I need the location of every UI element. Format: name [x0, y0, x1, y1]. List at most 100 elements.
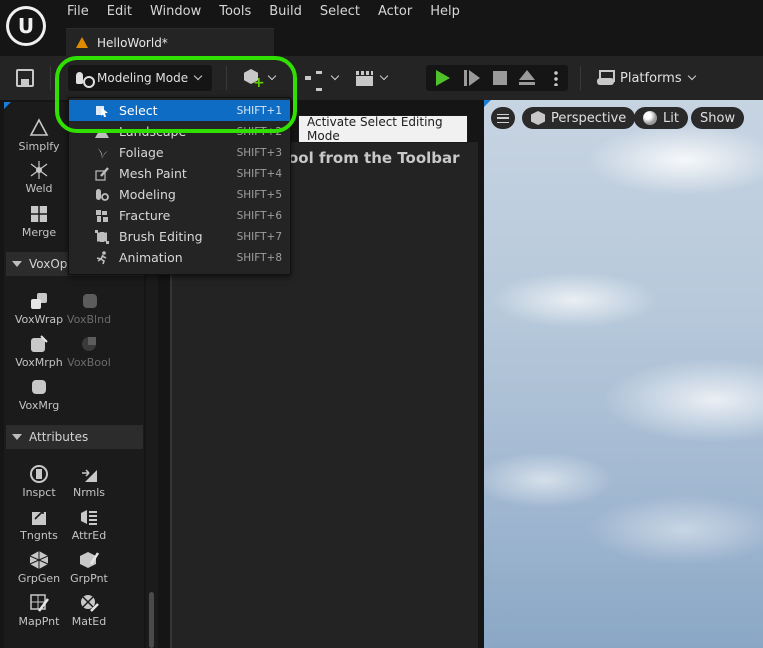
- fracture-icon: [95, 209, 109, 223]
- menu-select[interactable]: Select: [311, 3, 369, 20]
- eject-icon[interactable]: [519, 70, 535, 86]
- tool-voxblend: VoxBlnd: [64, 291, 114, 326]
- tool-label: GrpPnt: [70, 572, 108, 585]
- tool-normals[interactable]: Nrmls: [64, 464, 114, 499]
- viewport-corner-indicator: [484, 100, 491, 107]
- mode-item-brush-editing[interactable]: Brush Editing SHIFT+7: [69, 226, 290, 247]
- main-menu: File Edit Window Tools Build Select Acto…: [58, 3, 469, 20]
- tool-weld[interactable]: Weld: [14, 160, 64, 195]
- level-viewport[interactable]: [484, 100, 763, 648]
- show-label: Show: [700, 110, 736, 126]
- mode-item-shortcut: SHIFT+5: [236, 188, 282, 201]
- section-attributes[interactable]: Attributes: [6, 425, 143, 449]
- select-tool-hint: ool from the Toolbar: [288, 149, 460, 167]
- tools-scrollbar-thumb[interactable]: [149, 592, 154, 648]
- cinematics-button[interactable]: [356, 65, 389, 91]
- mode-item-label: Animation: [119, 250, 183, 265]
- merge-icon: [29, 204, 49, 224]
- tool-map-paint[interactable]: MapPnt: [14, 593, 64, 628]
- menu-edit[interactable]: Edit: [98, 3, 141, 20]
- show-button[interactable]: Show: [691, 107, 745, 129]
- section-title: VoxOps: [29, 257, 74, 271]
- menu-file[interactable]: File: [58, 3, 98, 20]
- mode-item-shortcut: SHIFT+4: [236, 167, 282, 180]
- tool-material-editor[interactable]: MatEd: [64, 593, 114, 628]
- unreal-logo-icon[interactable]: U: [6, 6, 46, 46]
- weld-icon: [29, 160, 49, 180]
- tool-merge[interactable]: Merge: [14, 204, 64, 239]
- group-generate-icon: [29, 550, 49, 570]
- normals-icon: [79, 464, 99, 484]
- mode-item-label: Modeling: [119, 187, 176, 202]
- mode-item-modeling[interactable]: Modeling SHIFT+5: [69, 184, 290, 205]
- chevron-down-icon: [687, 71, 696, 81]
- annotation-highlight-ring: [55, 56, 297, 133]
- group-paint-icon: [79, 550, 100, 570]
- tool-label: MapPnt: [18, 615, 60, 628]
- tool-label: VoxWrap: [14, 313, 64, 326]
- save-icon[interactable]: [16, 69, 34, 87]
- mode-item-shortcut: SHIFT+7: [236, 230, 282, 243]
- perspective-button[interactable]: Perspective: [522, 107, 636, 129]
- menu-tools[interactable]: Tools: [210, 3, 260, 20]
- tool-voxmorph[interactable]: VoxMrph: [14, 334, 64, 369]
- advance-frame-icon[interactable]: [464, 70, 480, 86]
- level-icon: [76, 37, 88, 48]
- tool-label: Simplfy: [18, 140, 60, 153]
- mode-item-animation[interactable]: Animation SHIFT+8: [69, 247, 290, 268]
- tool-label: MatEd: [71, 615, 107, 628]
- lit-label: Lit: [663, 110, 679, 126]
- tool-label: Nrmls: [72, 486, 106, 499]
- level-tab-title: HelloWorld*: [97, 35, 168, 50]
- tool-voxmerge[interactable]: VoxMrg: [14, 377, 64, 412]
- chevron-down-icon: [330, 71, 340, 81]
- animation-icon: [95, 250, 109, 265]
- viewport-menu-button[interactable]: [491, 107, 515, 129]
- mode-item-label: Fracture: [119, 208, 171, 223]
- tool-label: VoxMrph: [15, 356, 63, 369]
- menu-help[interactable]: Help: [421, 3, 469, 20]
- collapse-arrow-icon: [12, 434, 22, 440]
- voxmorph-icon: [29, 334, 49, 354]
- mesh-paint-icon: [95, 166, 109, 181]
- tool-label: VoxBool: [67, 356, 111, 369]
- tool-label: Weld: [25, 182, 53, 195]
- mode-item-shortcut: SHIFT+6: [236, 209, 282, 222]
- menu-window[interactable]: Window: [141, 3, 210, 20]
- level-tab[interactable]: HelloWorld*: [66, 28, 274, 56]
- tool-tangents[interactable]: Tngnts: [14, 507, 64, 542]
- menu-actor[interactable]: Actor: [369, 3, 421, 20]
- play-controls: [426, 65, 568, 91]
- stop-icon[interactable]: [493, 71, 507, 85]
- tool-inspect[interactable]: Inspct: [14, 464, 64, 499]
- tool-group-paint[interactable]: GrpPnt: [64, 550, 114, 585]
- chevron-down-icon: [379, 71, 389, 81]
- play-icon[interactable]: [436, 70, 450, 86]
- mode-item-shortcut: SHIFT+8: [236, 251, 282, 264]
- menu-build[interactable]: Build: [260, 3, 311, 20]
- brush-editing-icon: [95, 229, 109, 244]
- tool-attribute-editor[interactable]: AttrEd: [64, 507, 114, 542]
- blueprints-button[interactable]: [305, 65, 340, 91]
- foliage-icon: [95, 146, 109, 160]
- lit-button[interactable]: Lit: [634, 107, 688, 129]
- lit-sphere-icon: [643, 111, 657, 125]
- tool-label: Merge: [21, 226, 57, 239]
- mode-item-foliage[interactable]: Foliage SHIFT+3: [69, 142, 290, 163]
- voxbool-icon: [79, 334, 99, 354]
- mode-item-mesh-paint[interactable]: Mesh Paint SHIFT+4: [69, 163, 290, 184]
- tool-label: GrpGen: [17, 572, 61, 585]
- modeling-icon: [95, 188, 109, 202]
- tool-voxwrap[interactable]: VoxWrap: [14, 291, 64, 326]
- tool-group-generate[interactable]: GrpGen: [14, 550, 64, 585]
- tool-simplify[interactable]: Simplfy: [14, 118, 64, 153]
- attribute-editor-icon: [79, 507, 99, 527]
- play-options-icon[interactable]: [554, 70, 558, 86]
- hamburger-icon: [497, 113, 509, 123]
- toolbar-separator: [50, 66, 51, 90]
- mode-item-fracture[interactable]: Fracture SHIFT+6: [69, 205, 290, 226]
- section-title: Attributes: [29, 430, 89, 444]
- platforms-button[interactable]: Platforms: [591, 65, 699, 91]
- platforms-label: Platforms: [620, 70, 682, 86]
- inspect-icon: [29, 464, 49, 484]
